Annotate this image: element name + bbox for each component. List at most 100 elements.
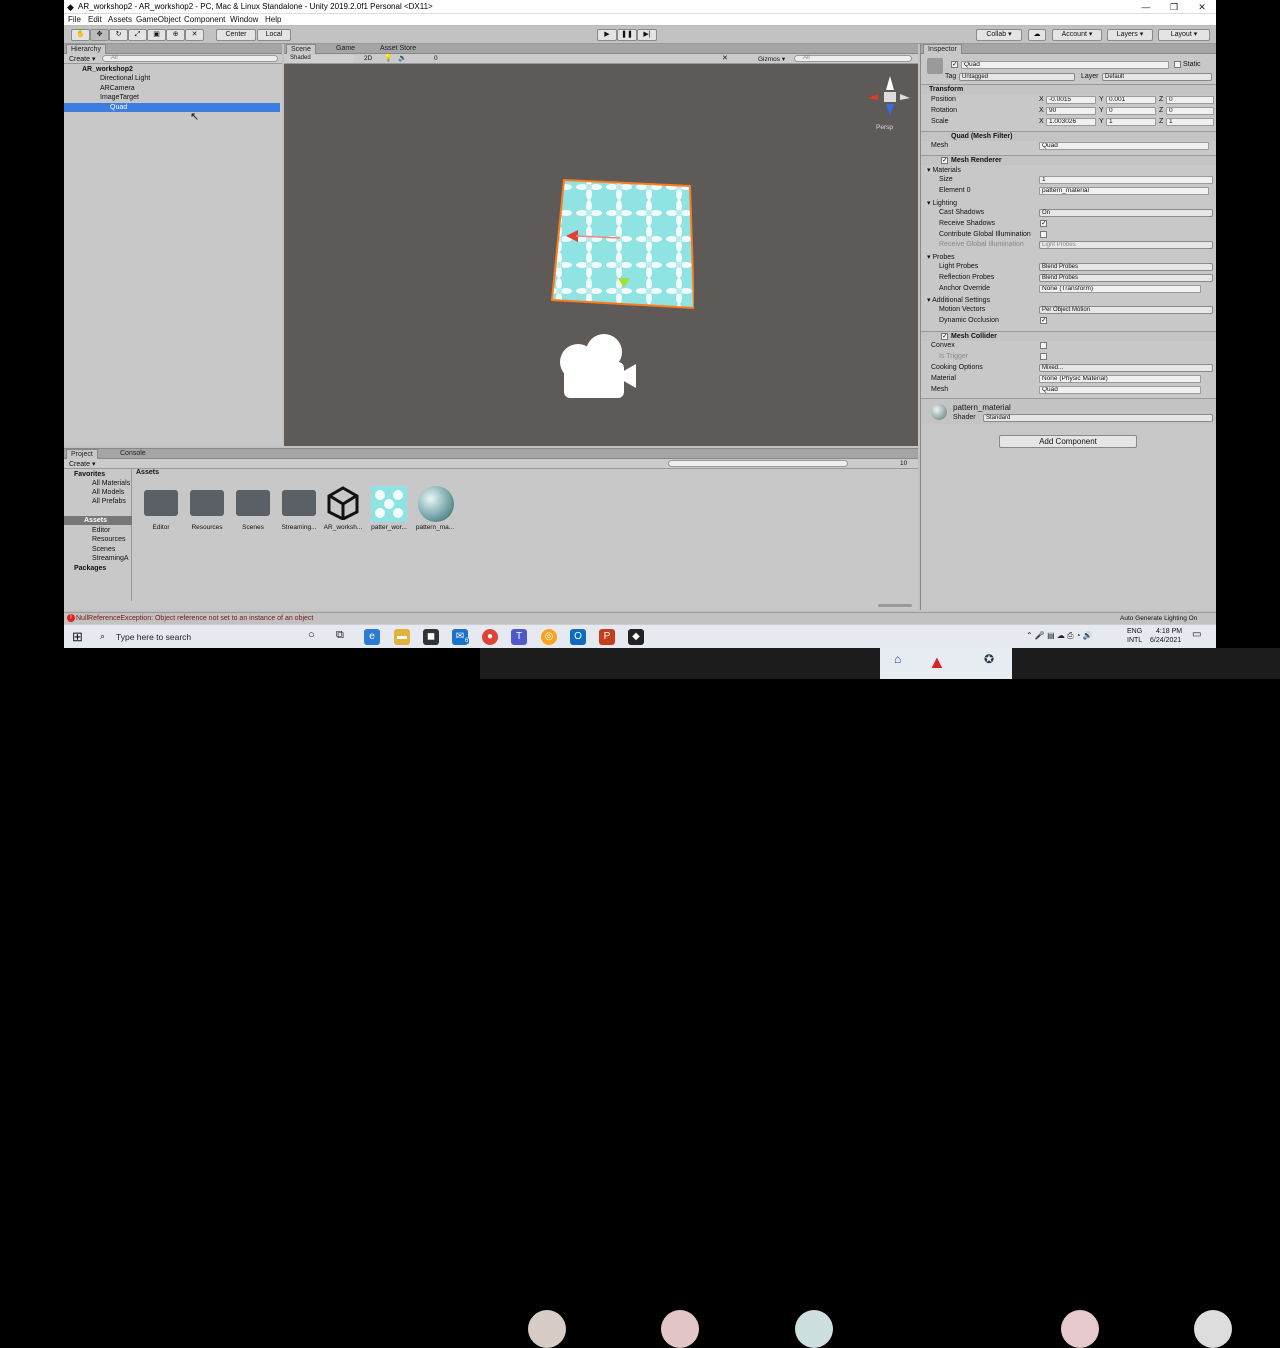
space-local-button[interactable]: Local (257, 29, 291, 41)
layers-dropdown[interactable]: Layers ▾ (1107, 29, 1153, 41)
step-button[interactable]: ▶| (637, 29, 657, 41)
camera-gizmo-icon[interactable] (556, 330, 652, 400)
pivot-center-button[interactable]: Center (216, 29, 256, 41)
mode-2d-toggle[interactable]: 2D (364, 55, 372, 62)
menu-file[interactable]: File (68, 15, 81, 24)
hierarchy-item-directional-light[interactable]: Directional Light (64, 74, 280, 83)
layout-dropdown[interactable]: Layout ▾ (1158, 29, 1210, 41)
tree-favorites[interactable]: Favorites (64, 470, 132, 479)
move-tool-icon[interactable]: ✥ (90, 29, 109, 41)
folder-resources-icon[interactable] (190, 490, 224, 516)
scene-search-input[interactable]: All (794, 55, 912, 62)
pause-button[interactable]: ❚❚ (617, 29, 637, 41)
cloud-icon[interactable]: ☁ (1028, 29, 1046, 41)
minimize-button[interactable]: — (1132, 0, 1160, 14)
tree-scenes[interactable]: Scenes (64, 545, 132, 554)
status-error-message[interactable]: NullReferenceException: Object reference… (76, 615, 313, 622)
participant-avatar[interactable] (528, 1310, 566, 1348)
quad-object[interactable] (544, 174, 694, 314)
gizmos-dropdown[interactable]: Gizmos ▾ (758, 55, 785, 63)
menu-help[interactable]: Help (265, 15, 281, 24)
hierarchy-search-input[interactable]: All (102, 55, 278, 62)
hierarchy-scene-root[interactable]: AR_workshop2 (64, 65, 280, 74)
tree-assets[interactable]: Assets (64, 516, 132, 525)
clock-time[interactable]: 4:18 PM (1156, 628, 1182, 635)
outlook-icon[interactable]: O (570, 629, 586, 645)
convex-checkbox[interactable] (1040, 342, 1047, 349)
cortana-icon[interactable]: ○ (308, 629, 315, 641)
folder-streamingassets-icon[interactable] (282, 490, 316, 516)
dynamic-occlusion-checkbox[interactable]: ✓ (1040, 317, 1047, 324)
pattern-texture-asset-icon[interactable] (371, 486, 407, 522)
hierarchy-item-quad[interactable]: Quad (64, 103, 280, 112)
transform-header[interactable]: Transform (921, 84, 1216, 94)
tree-all-models[interactable]: All Models (64, 488, 132, 497)
menu-component[interactable]: Component (184, 15, 225, 24)
rotation-y-field[interactable]: 0 (1106, 107, 1156, 115)
contribute-gi-checkbox[interactable] (1040, 231, 1047, 238)
mesh-collider-header[interactable]: ✓ Mesh Collider (921, 331, 1216, 341)
hierarchy-item-arcamera[interactable]: ARCamera (64, 84, 280, 93)
hierarchy-create-button[interactable]: Create ▾ (69, 55, 95, 63)
task-view-icon[interactable]: ⧉ (336, 629, 344, 642)
lighting-foldout[interactable]: ▾ Lighting (927, 199, 957, 207)
edge-icon[interactable]: e (364, 629, 380, 645)
scale-z-field[interactable]: 1 (1166, 118, 1214, 126)
participant-avatar[interactable] (661, 1310, 699, 1348)
scale-x-field[interactable]: 1.003026 (1046, 118, 1096, 126)
material-header[interactable]: pattern_material Shader Standard (921, 398, 1216, 424)
reflection-probes-dropdown[interactable]: Blend Probes (1039, 274, 1213, 282)
unity-taskbar-icon[interactable]: ◆ (628, 629, 644, 645)
tab-game[interactable]: Game (332, 44, 359, 54)
assets-breadcrumb[interactable]: Assets (136, 469, 159, 476)
motion-vectors-dropdown[interactable]: Per Object Motion (1039, 306, 1213, 314)
tab-asset-store[interactable]: Asset Store (376, 44, 420, 54)
physic-material-field[interactable]: None (Physic Material) (1039, 375, 1201, 383)
powerpoint-icon[interactable]: P (599, 629, 615, 645)
system-tray-icons[interactable]: ⌃ 🎤 ▤ ☁ ⎙ ◔ 🔊 (1026, 631, 1093, 641)
transform-tool-icon[interactable]: ⊕ (166, 29, 185, 41)
menu-edit[interactable]: Edit (88, 15, 102, 24)
cast-shadows-dropdown[interactable]: On (1039, 209, 1213, 217)
tree-streamingassets[interactable]: StreamingA (64, 554, 132, 563)
menu-window[interactable]: Window (230, 15, 258, 24)
participant-avatar[interactable] (795, 1310, 833, 1348)
menu-assets[interactable]: Assets (108, 15, 132, 24)
tree-all-prefabs[interactable]: All Prefabs (64, 497, 132, 506)
project-create-button[interactable]: Create ▾ (69, 460, 95, 468)
tag-dropdown[interactable]: Untagged (959, 73, 1075, 81)
pattern-material-asset-icon[interactable] (418, 486, 454, 522)
tab-hierarchy[interactable]: Hierarchy (66, 44, 106, 54)
rotation-z-field[interactable]: 0 (1166, 107, 1214, 115)
icon-size-slider[interactable] (878, 604, 912, 607)
account-dropdown[interactable]: Account ▾ (1052, 29, 1102, 41)
chrome-icon[interactable]: ● (482, 629, 498, 645)
collab-button[interactable]: Collab ▾ (976, 29, 1022, 41)
teams-icon[interactable]: T (511, 629, 527, 645)
add-component-button[interactable]: Add Component (999, 435, 1137, 448)
anchor-override-field[interactable]: None (Transform) (1039, 285, 1201, 293)
tree-packages[interactable]: Packages (64, 564, 132, 573)
is-trigger-checkbox[interactable] (1040, 353, 1047, 360)
lighting-toggle-icon[interactable]: 💡 (384, 54, 393, 62)
custom-tool-icon[interactable]: ✕ (185, 29, 204, 41)
tree-editor[interactable]: Editor (64, 526, 132, 535)
rotation-x-field[interactable]: 90 (1046, 107, 1096, 115)
participant-avatar[interactable] (1061, 1310, 1099, 1348)
close-button[interactable]: ✕ (1188, 0, 1216, 14)
static-checkbox[interactable] (1174, 61, 1181, 68)
scale-y-field[interactable]: 1 (1106, 118, 1156, 126)
menu-gameobject[interactable]: GameObject (136, 15, 181, 24)
auto-lighting-status[interactable]: Auto Generate Lighting On (1120, 615, 1197, 622)
mesh-renderer-header[interactable]: ✓ Mesh Renderer (921, 155, 1216, 165)
tab-scene[interactable]: Scene (286, 44, 316, 54)
file-explorer-icon[interactable]: ▬ (394, 629, 410, 645)
layer-dropdown[interactable]: Default (1102, 73, 1212, 81)
clock-date[interactable]: 6/24/2021 (1150, 637, 1181, 644)
position-z-field[interactable]: 0 (1166, 96, 1214, 104)
scale-tool-icon[interactable]: ⤢ (128, 29, 147, 41)
tab-project[interactable]: Project (66, 449, 98, 459)
receive-gi-dropdown[interactable]: Light Probes (1039, 241, 1213, 249)
element0-field[interactable]: pattern_material (1039, 187, 1209, 195)
receive-shadows-checkbox[interactable]: ✓ (1040, 220, 1047, 227)
